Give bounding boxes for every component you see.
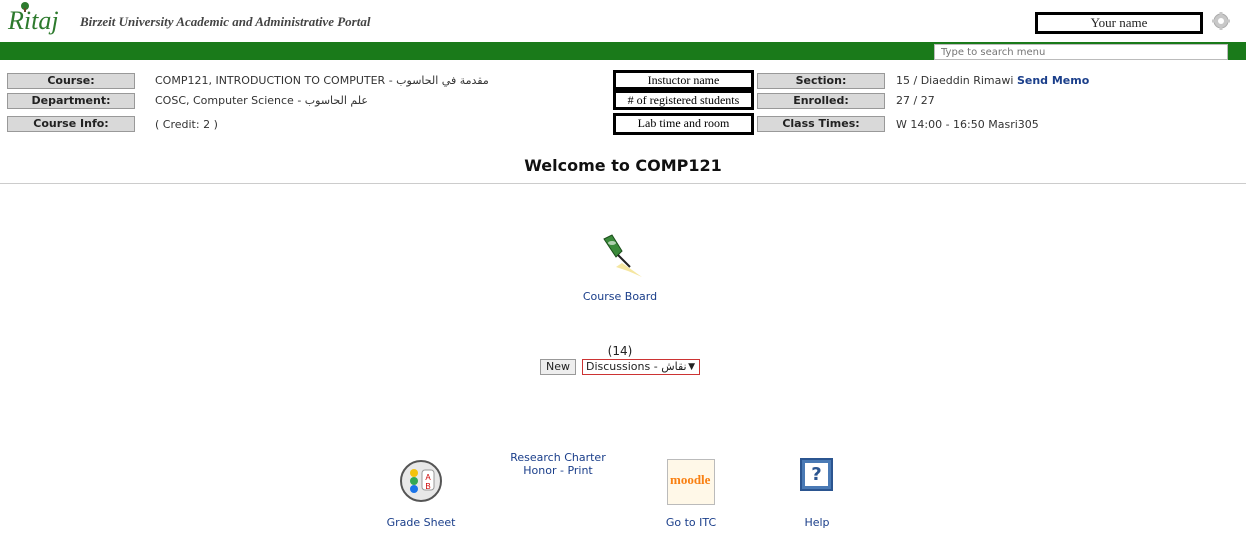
svg-text:B: B: [425, 482, 430, 491]
class-times-value: W 14:00 - 16:50 Masri305: [896, 118, 1039, 131]
help-link[interactable]: Help: [778, 516, 856, 529]
department-value: COSC, Computer Science - علم الحاسوب: [155, 94, 368, 107]
section-instructor: 15 / Diaeddin Rimawi: [896, 74, 1014, 87]
department-label: Department:: [7, 93, 135, 109]
course-value: COMP121, INTRODUCTION TO COMPUTER - مقدم…: [155, 74, 489, 87]
section-label: Section:: [757, 73, 885, 89]
moodle-icon[interactable]: moodle: [667, 459, 715, 505]
registered-students-box: # of registered students: [613, 90, 754, 110]
grade-sheet-link[interactable]: Grade Sheet: [360, 516, 482, 529]
lab-time-room-box: Lab time and room: [613, 113, 754, 135]
search-menu-input[interactable]: [934, 44, 1228, 60]
enrolled-label: Enrolled:: [757, 93, 885, 109]
pushpin-icon[interactable]: [598, 233, 644, 277]
research-charter-line2: Honor - Print: [523, 464, 593, 477]
course-info-value: ( Credit: 2 ): [155, 118, 218, 131]
class-times-label: Class Times:: [757, 116, 885, 132]
help-icon[interactable]: ?: [800, 458, 833, 491]
send-memo-link[interactable]: Send Memo: [1017, 74, 1089, 87]
discussion-count: (14): [607, 344, 633, 358]
section-value: 15 / Diaeddin Rimawi Send Memo: [896, 74, 1089, 88]
research-charter-line1: Research Charter: [510, 451, 606, 464]
grade-sheet-icon[interactable]: A B: [398, 458, 444, 504]
new-discussion-button[interactable]: New: [540, 359, 576, 375]
portal-title: Birzeit University Academic and Administ…: [80, 14, 371, 29]
user-name-box[interactable]: Your name: [1035, 12, 1203, 34]
instructor-name-box: Instuctor name: [613, 70, 754, 90]
gear-icon[interactable]: [1211, 11, 1231, 31]
discussions-select[interactable]: Discussions - نقاش ▼: [582, 359, 700, 375]
research-charter-link[interactable]: Research Charter Honor - Print: [498, 451, 618, 477]
course-label: Course:: [7, 73, 135, 89]
go-to-itc-link[interactable]: Go to ITC: [630, 516, 752, 529]
course-info-label: Course Info:: [7, 116, 135, 132]
divider: [0, 183, 1246, 184]
dropdown-arrow-icon: ▼: [688, 362, 695, 372]
moodle-logo-text: moodle: [670, 472, 711, 487]
page-title: Welcome to COMP121: [524, 156, 722, 175]
svg-text:A: A: [425, 473, 431, 482]
enrolled-value: 27 / 27: [896, 94, 935, 107]
logo-text: Ritaj: [8, 6, 59, 35]
discussions-select-value: Discussions - نقاش: [586, 360, 687, 373]
tree-icon: [21, 2, 29, 12]
ritaj-logo[interactable]: Ritaj: [8, 2, 59, 36]
course-board-link[interactable]: Course Board: [560, 290, 680, 303]
